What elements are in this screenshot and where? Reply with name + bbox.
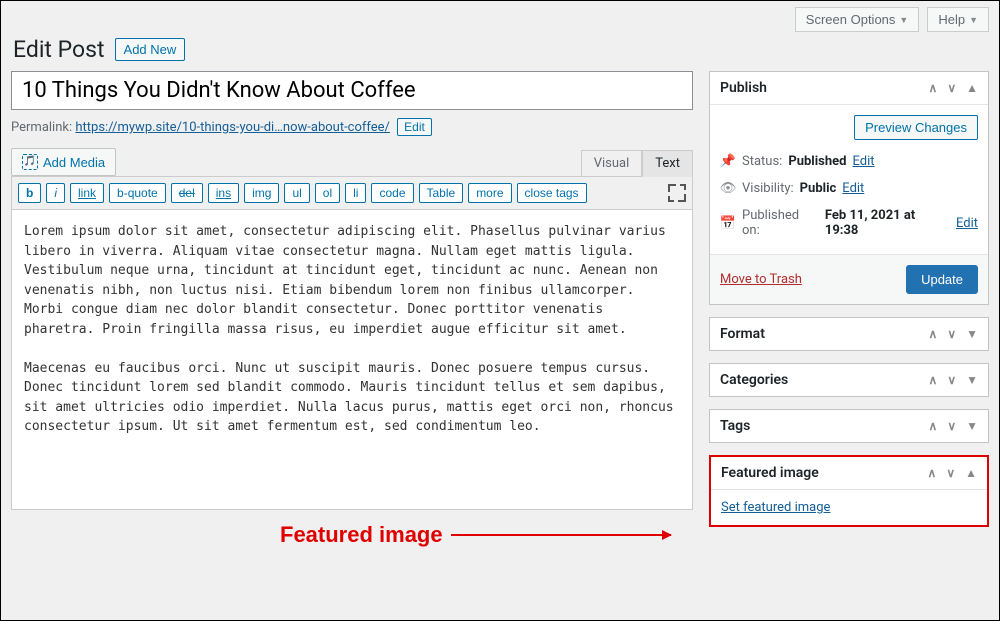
pin-icon: 📌 [720, 154, 736, 169]
qt-li[interactable]: li [345, 183, 366, 203]
arrow-icon [451, 534, 671, 536]
chevron-down-icon[interactable]: ∨ [947, 373, 956, 387]
publish-box-header[interactable]: Publish ∧ ∨ ▲ [710, 72, 988, 104]
categories-box: Categories ∧∨▼ [709, 363, 989, 397]
featured-image-box-header[interactable]: Featured image ∧∨▲ [711, 457, 987, 489]
tab-text[interactable]: Text [642, 150, 693, 177]
permalink-link[interactable]: https://mywp.site/10-things-you-di…now-a… [75, 120, 390, 135]
qt-code[interactable]: code [371, 183, 413, 203]
chevron-up-icon[interactable]: ∧ [929, 373, 938, 387]
content-textarea[interactable] [11, 210, 693, 510]
add-new-button[interactable]: Add New [115, 38, 186, 61]
post-title-input[interactable] [11, 71, 693, 110]
qt-img[interactable]: img [244, 183, 279, 203]
qt-ins[interactable]: ins [208, 183, 239, 203]
chevron-up-icon[interactable]: ∧ [929, 419, 938, 433]
calendar-icon: 📅 [720, 216, 736, 231]
qt-italic[interactable]: i [46, 183, 65, 203]
qt-del[interactable]: del [171, 183, 203, 203]
qt-ul[interactable]: ul [284, 183, 309, 203]
fullscreen-icon[interactable] [668, 184, 686, 202]
set-featured-image-link[interactable]: Set featured image [721, 500, 830, 515]
qt-table[interactable]: Table [419, 183, 464, 203]
eye-icon: 👁 [720, 181, 736, 196]
move-to-trash-link[interactable]: Move to Trash [720, 272, 802, 287]
triangle-down-icon[interactable]: ▼ [966, 327, 978, 341]
qt-blockquote[interactable]: b-quote [109, 183, 166, 203]
tags-box: Tags ∧∨▼ [709, 409, 989, 443]
edit-status-link[interactable]: Edit [852, 154, 874, 169]
edit-visibility-link[interactable]: Edit [842, 181, 864, 196]
publish-box: Publish ∧ ∨ ▲ Preview Changes 📌 Status: … [709, 71, 989, 305]
chevron-up-icon[interactable]: ∧ [928, 466, 937, 480]
chevron-down-icon[interactable]: ∨ [947, 327, 956, 341]
qt-ol[interactable]: ol [315, 183, 340, 203]
triangle-down-icon[interactable]: ▼ [966, 373, 978, 387]
help-button[interactable]: Help ▼ [927, 7, 989, 32]
format-box: Format ∧∨▼ [709, 317, 989, 351]
add-media-button[interactable]: 🎵 Add Media [11, 148, 116, 176]
qt-close-tags[interactable]: close tags [517, 183, 587, 203]
qt-bold[interactable]: b [18, 183, 41, 203]
qt-link[interactable]: link [70, 183, 104, 203]
permalink-row: Permalink: https://mywp.site/10-things-y… [11, 118, 693, 136]
chevron-down-icon[interactable]: ∨ [947, 419, 956, 433]
chevron-down-icon[interactable]: ∨ [946, 466, 955, 480]
media-icon: 🎵 [22, 154, 38, 170]
triangle-up-icon[interactable]: ▲ [965, 466, 977, 480]
triangle-up-icon[interactable]: ▲ [966, 81, 978, 95]
edit-date-link[interactable]: Edit [956, 216, 978, 231]
format-box-header[interactable]: Format ∧∨▼ [710, 318, 988, 350]
page-title: Edit Post [13, 36, 105, 63]
chevron-down-icon: ▼ [899, 15, 908, 25]
chevron-up-icon[interactable]: ∧ [929, 81, 938, 95]
annotation-label: Featured image [280, 522, 671, 548]
preview-changes-button[interactable]: Preview Changes [854, 115, 978, 140]
categories-box-header[interactable]: Categories ∧∨▼ [710, 364, 988, 396]
edit-slug-button[interactable]: Edit [397, 118, 432, 136]
quicktags-toolbar: b i link b-quote del ins img ul ol li co… [11, 176, 693, 210]
triangle-down-icon[interactable]: ▼ [966, 419, 978, 433]
tab-visual[interactable]: Visual [581, 150, 643, 176]
qt-more[interactable]: more [468, 183, 511, 203]
chevron-up-icon[interactable]: ∧ [929, 327, 938, 341]
chevron-down-icon: ▼ [969, 15, 978, 25]
chevron-down-icon[interactable]: ∨ [947, 81, 956, 95]
screen-options-button[interactable]: Screen Options ▼ [795, 7, 920, 32]
update-button[interactable]: Update [906, 265, 978, 294]
tags-box-header[interactable]: Tags ∧∨▼ [710, 410, 988, 442]
featured-image-box: Featured image ∧∨▲ Set featured image [709, 455, 989, 527]
